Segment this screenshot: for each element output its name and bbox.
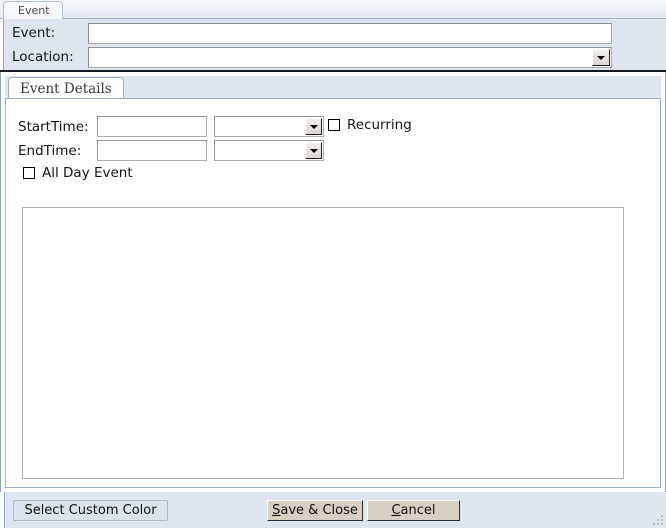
- starttime-input[interactable]: [97, 116, 207, 137]
- endtime-label: EndTime:: [18, 143, 82, 159]
- endtime-period-dropdown-button[interactable]: [305, 142, 322, 159]
- endtime-input[interactable]: [97, 140, 207, 161]
- event-field-label: Event:: [12, 25, 56, 41]
- footer-left-edge: [0, 492, 5, 528]
- event-form-window: Event Event: Location: Event Details Sta…: [0, 0, 666, 528]
- save-and-close-button[interactable]: Save & Close: [267, 500, 363, 521]
- tab-strip: Event Details: [5, 76, 661, 99]
- resize-grip-icon[interactable]: [653, 515, 663, 525]
- document-tab-strip: Event: [0, 0, 666, 19]
- form-header-panel: Event: Location:: [0, 19, 666, 72]
- cancel-label: Cancel: [391, 503, 436, 518]
- select-custom-color-button[interactable]: Select Custom Color: [13, 500, 168, 521]
- event-field-row: Event:: [0, 22, 666, 44]
- tab-page-event-details: StartTime: Recurring EndTime: All Day Ev…: [5, 98, 661, 488]
- header-separator-rule: [0, 70, 666, 72]
- document-tab-event[interactable]: Event: [3, 1, 63, 19]
- all-day-event-checkbox[interactable]: [23, 167, 35, 179]
- recurring-checkbox[interactable]: [328, 119, 340, 131]
- location-dropdown-button[interactable]: [592, 49, 610, 66]
- save-and-close-label: Save & Close: [272, 503, 358, 518]
- event-notes-textarea[interactable]: [22, 207, 624, 479]
- window-frame-left: [0, 0, 1, 528]
- starttime-period-combobox[interactable]: [214, 116, 324, 137]
- recurring-checkbox-label: Recurring: [347, 117, 412, 133]
- select-custom-color-label: Select Custom Color: [24, 503, 157, 518]
- starttime-period-dropdown-button[interactable]: [305, 118, 322, 135]
- starttime-label: StartTime:: [18, 119, 89, 135]
- location-field-row: Location:: [0, 46, 666, 68]
- all-day-event-checkbox-label: All Day Event: [42, 165, 133, 181]
- chevron-down-icon: [309, 124, 318, 129]
- chevron-down-icon: [309, 148, 318, 153]
- event-input[interactable]: [88, 23, 612, 44]
- cancel-button[interactable]: Cancel: [367, 500, 460, 521]
- tab-event-details[interactable]: Event Details: [8, 77, 124, 99]
- endtime-period-combobox[interactable]: [214, 140, 324, 161]
- chevron-down-icon: [597, 55, 605, 60]
- location-field-label: Location:: [12, 49, 74, 65]
- event-tab-control: Event Details StartTime: Recurring EndTi…: [5, 76, 661, 488]
- location-combobox-input[interactable]: [88, 47, 612, 68]
- document-tab-label: Event: [18, 4, 50, 17]
- tab-event-details-label: Event Details: [20, 80, 112, 97]
